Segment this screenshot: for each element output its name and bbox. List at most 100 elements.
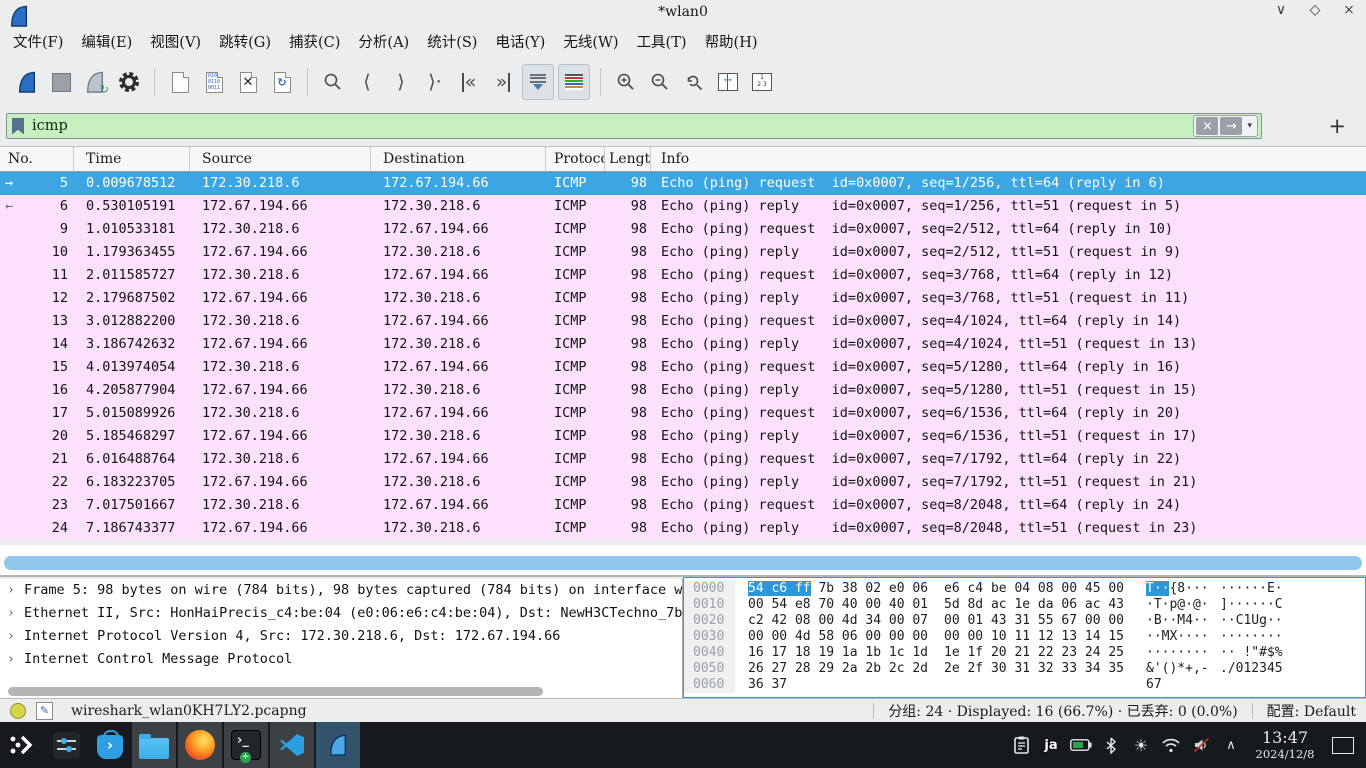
column-header-info[interactable]: Info bbox=[651, 147, 1366, 171]
last-packet-button[interactable]: » bbox=[488, 65, 518, 99]
firefox-button[interactable] bbox=[178, 722, 222, 768]
filter-add-button[interactable]: + bbox=[1328, 113, 1346, 139]
stop-capture-button[interactable] bbox=[46, 65, 76, 99]
packet-row[interactable]: 20 5.185468297 172.67.194.66 172.30.218.… bbox=[0, 425, 1366, 448]
packet-row[interactable]: 9 1.010533181 172.30.218.6 172.67.194.66… bbox=[0, 218, 1366, 241]
column-header-length[interactable]: Length bbox=[605, 147, 651, 171]
go-forward-button[interactable]: ⟩ bbox=[386, 65, 416, 99]
packet-row[interactable]: →5 0.009678512 172.30.218.6 172.67.194.6… bbox=[0, 172, 1366, 195]
expander-icon[interactable]: › bbox=[4, 579, 18, 602]
app-launcher-button[interactable] bbox=[0, 722, 44, 768]
display-filter-input[interactable]: icmp × → ▾ bbox=[6, 113, 1262, 139]
detail-line[interactable]: ›Internet Control Message Protocol bbox=[0, 648, 682, 671]
detail-line[interactable]: ›Ethernet II, Src: HonHaiPrecis_c4:be:04… bbox=[0, 602, 682, 625]
hex-row[interactable]: 0060 36 37 67 bbox=[684, 677, 1365, 693]
capture-comment-icon[interactable]: ✎ bbox=[36, 702, 53, 720]
filter-dropdown-arrow[interactable]: ▾ bbox=[1243, 121, 1256, 131]
maximize-button[interactable]: ◇ bbox=[1306, 2, 1324, 18]
profile-selector[interactable]: 配置: Default bbox=[1267, 701, 1356, 721]
menu-item[interactable]: 分析(A) bbox=[349, 28, 418, 58]
menu-item[interactable]: 捕获(C) bbox=[280, 28, 349, 58]
packet-row[interactable]: 22 6.183223705 172.67.194.66 172.30.218.… bbox=[0, 471, 1366, 494]
expert-info-icon[interactable] bbox=[10, 703, 26, 719]
menu-item[interactable]: 电话(Y) bbox=[486, 28, 554, 58]
discover-button[interactable] bbox=[88, 722, 132, 768]
clock[interactable]: 13:47 2024/12/8 bbox=[1246, 729, 1324, 761]
menu-item[interactable]: 统计(S) bbox=[418, 28, 486, 58]
packet-row[interactable]: 24 7.186743377 172.67.194.66 172.30.218.… bbox=[0, 517, 1366, 540]
tray-expand-button[interactable]: ∧ bbox=[1216, 722, 1246, 768]
packet-row[interactable]: 13 3.012882200 172.30.218.6 172.67.194.6… bbox=[0, 310, 1366, 333]
packet-row[interactable]: 17 5.015089926 172.30.218.6 172.67.194.6… bbox=[0, 402, 1366, 425]
column-header-time[interactable]: Time bbox=[74, 147, 190, 171]
menu-item[interactable]: 帮助(H) bbox=[696, 28, 767, 58]
packet-row[interactable]: 16 4.205877904 172.67.194.66 172.30.218.… bbox=[0, 379, 1366, 402]
filter-clear-button[interactable]: × bbox=[1196, 117, 1218, 135]
packet-row[interactable]: 21 6.016488764 172.30.218.6 172.67.194.6… bbox=[0, 448, 1366, 471]
filter-apply-button[interactable]: → bbox=[1220, 117, 1242, 135]
menu-item[interactable]: 视图(V) bbox=[141, 28, 210, 58]
titlebar[interactable]: *wlan0 ∨ ◇ × bbox=[0, 0, 1366, 28]
packet-row[interactable]: 14 3.186742632 172.67.194.66 172.30.218.… bbox=[0, 333, 1366, 356]
details-hscrollbar-thumb[interactable] bbox=[8, 687, 543, 696]
file-manager-button[interactable] bbox=[132, 722, 176, 768]
find-packet-button[interactable] bbox=[318, 65, 348, 99]
terminal-button[interactable]: ›_+ bbox=[224, 722, 268, 768]
colorize-toggle[interactable] bbox=[558, 64, 590, 100]
resize-columns-button[interactable]: ↔ bbox=[713, 65, 743, 99]
filter-value[interactable]: icmp bbox=[32, 118, 68, 134]
go-to-packet-button[interactable]: ⟩· bbox=[420, 65, 450, 99]
go-back-button[interactable]: ⟨ bbox=[352, 65, 382, 99]
packet-row[interactable]: ←6 0.530105191 172.67.194.66 172.30.218.… bbox=[0, 195, 1366, 218]
expander-icon[interactable]: › bbox=[4, 602, 18, 625]
input-method-indicator[interactable]: ja bbox=[1036, 722, 1066, 768]
start-capture-button[interactable] bbox=[12, 65, 42, 99]
reload-file-button[interactable]: ↻ bbox=[267, 65, 297, 99]
column-header-no[interactable]: No. bbox=[0, 147, 74, 171]
hex-row[interactable]: 0020 c2 42 08 00 4d 34 00 07 00 01 43 31… bbox=[684, 613, 1365, 629]
first-packet-button[interactable]: « bbox=[454, 65, 484, 99]
packet-row[interactable]: 12 2.179687502 172.67.194.66 172.30.218.… bbox=[0, 287, 1366, 310]
menu-item[interactable]: 无线(W) bbox=[554, 28, 627, 58]
zoom-in-button[interactable] bbox=[611, 65, 641, 99]
bluetooth-tray-icon[interactable] bbox=[1096, 722, 1126, 768]
battery-tray-icon[interactable] bbox=[1066, 722, 1096, 768]
column-header-source[interactable]: Source bbox=[190, 147, 371, 171]
new-file-button[interactable] bbox=[165, 65, 195, 99]
zoom-reset-button[interactable] bbox=[679, 65, 709, 99]
wireshark-taskbar-button[interactable] bbox=[316, 722, 360, 768]
detail-line[interactable]: ›Internet Protocol Version 4, Src: 172.3… bbox=[0, 625, 682, 648]
hex-row[interactable]: 0030 00 00 4d 58 06 00 00 00 00 00 10 11… bbox=[684, 629, 1365, 645]
expander-icon[interactable]: › bbox=[4, 625, 18, 648]
menu-item[interactable]: 工具(T) bbox=[628, 28, 696, 58]
column-header-destination[interactable]: Destination bbox=[371, 147, 546, 171]
system-settings-button[interactable] bbox=[44, 722, 88, 768]
detail-line[interactable]: ›Frame 5: 98 bytes on wire (784 bits), 9… bbox=[0, 579, 682, 602]
menu-item[interactable]: 文件(F) bbox=[4, 28, 72, 58]
minimize-button[interactable]: ∨ bbox=[1272, 2, 1290, 18]
close-button[interactable]: × bbox=[1340, 2, 1358, 18]
vscode-button[interactable] bbox=[270, 722, 314, 768]
capture-options-button[interactable] bbox=[114, 65, 144, 99]
packet-row[interactable]: 15 4.013974054 172.30.218.6 172.67.194.6… bbox=[0, 356, 1366, 379]
fit-columns-button[interactable]: 12 3 bbox=[747, 65, 777, 99]
open-file-button[interactable]: 010101100011 bbox=[199, 65, 229, 99]
volume-muted-tray-icon[interactable] bbox=[1186, 722, 1216, 768]
wifi-tray-icon[interactable] bbox=[1156, 722, 1186, 768]
packet-list-hscrollbar-thumb[interactable] bbox=[4, 556, 1362, 570]
menu-item[interactable]: 跳转(G) bbox=[210, 28, 280, 58]
show-desktop-button[interactable] bbox=[1332, 737, 1354, 754]
column-header-protocol[interactable]: Protocol bbox=[546, 147, 605, 171]
auto-scroll-toggle[interactable] bbox=[522, 64, 554, 100]
menu-item[interactable]: 编辑(E) bbox=[72, 28, 141, 58]
hex-row[interactable]: 0010 00 54 e8 70 40 00 40 01 5d 8d ac 1e… bbox=[684, 597, 1365, 613]
zoom-out-button[interactable] bbox=[645, 65, 675, 99]
packet-row[interactable]: 11 2.011585727 172.30.218.6 172.67.194.6… bbox=[0, 264, 1366, 287]
hex-row[interactable]: 0040 16 17 18 19 1a 1b 1c 1d 1e 1f 20 21… bbox=[684, 645, 1365, 661]
restart-capture-button[interactable]: ↻ bbox=[80, 65, 110, 99]
hex-row[interactable]: 0000 54 c6 ff 7b 38 02 e0 06 e6 c4 be 04… bbox=[684, 581, 1365, 597]
clipboard-tray-icon[interactable] bbox=[1006, 722, 1036, 768]
expander-icon[interactable]: › bbox=[4, 648, 18, 671]
bookmark-icon[interactable] bbox=[12, 118, 24, 135]
packet-row[interactable]: 10 1.179363455 172.67.194.66 172.30.218.… bbox=[0, 241, 1366, 264]
